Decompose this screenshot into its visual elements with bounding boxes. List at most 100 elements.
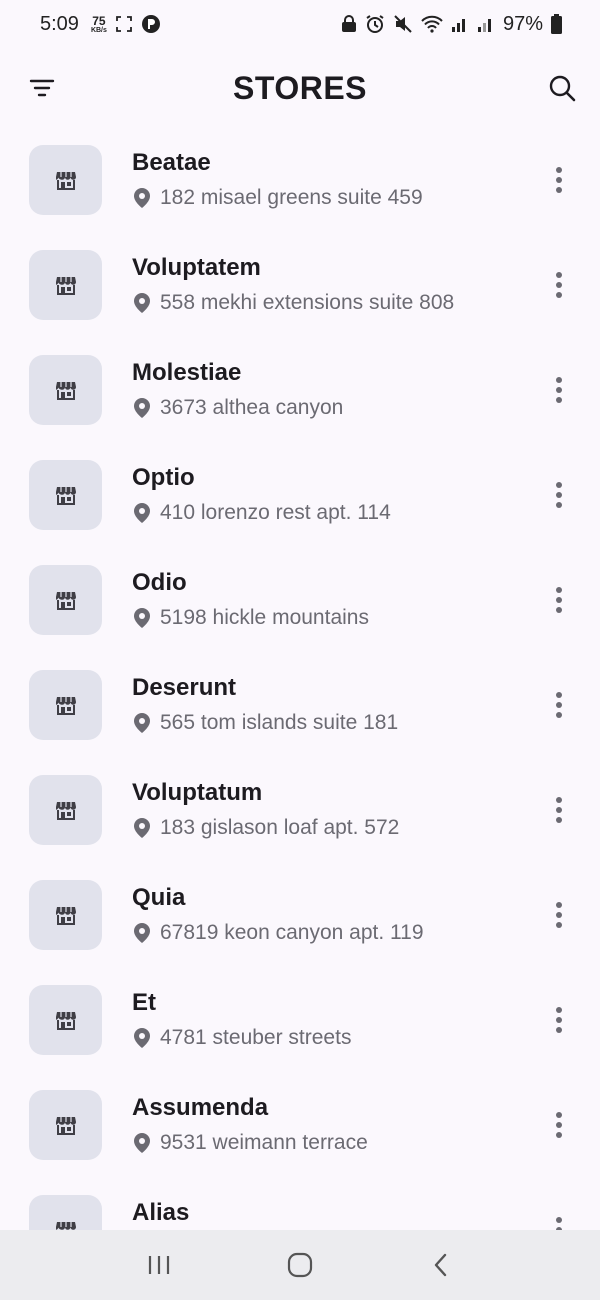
store-icon [55, 487, 76, 505]
more-options-button[interactable] [546, 1005, 572, 1035]
store-name: Assumenda [132, 1094, 269, 1121]
store-name: Et [132, 989, 156, 1016]
more-vert-icon-dot [556, 1007, 562, 1013]
back-button[interactable] [421, 1245, 461, 1285]
more-vert-icon-dot [556, 597, 562, 603]
store-avatar [29, 460, 102, 530]
store-address-row: 182 misael greens suite 459 [132, 186, 423, 210]
search-button[interactable] [544, 70, 580, 106]
store-name: Molestiae [132, 359, 242, 386]
mute-icon [393, 14, 413, 34]
store-address: 5198 hickle mountains [160, 606, 369, 629]
store-list-item[interactable]: Quia 67819 keon canyon apt. 119 [0, 863, 600, 968]
status-right: 97% [341, 13, 562, 36]
store-avatar [29, 775, 102, 845]
more-options-button[interactable] [546, 270, 572, 300]
search-icon [549, 75, 576, 102]
filter-button[interactable] [24, 70, 60, 106]
more-options-button[interactable] [546, 1110, 572, 1140]
store-address: 558 mekhi extensions suite 808 [160, 291, 455, 314]
more-options-button[interactable] [546, 900, 572, 930]
store-address: 410 lorenzo rest apt. 114 [160, 501, 391, 524]
store-list-item[interactable]: Molestiae 3673 althea canyon [0, 338, 600, 443]
store-address-row: 3673 althea canyon [132, 396, 343, 420]
store-list-item[interactable]: Voluptatem 558 mekhi extensions suite 80… [0, 233, 600, 338]
store-list-item[interactable]: Deserunt 565 tom islands suite 181 [0, 653, 600, 758]
store-address-row: 4781 steuber streets [132, 1026, 351, 1050]
store-avatar [29, 145, 102, 215]
recent-apps-icon [148, 1256, 169, 1274]
store-name: Voluptatum [132, 779, 263, 806]
location-pin-icon [134, 293, 150, 313]
more-options-button[interactable] [546, 375, 572, 405]
status-left: 5:09 75 KB/s [40, 13, 161, 36]
store-avatar [29, 1090, 102, 1160]
more-vert-icon-dot [556, 922, 562, 928]
store-list-item[interactable]: Odio 5198 hickle mountains [0, 548, 600, 653]
more-options-button[interactable] [546, 795, 572, 825]
more-vert-icon-dot [556, 187, 562, 193]
store-list-item[interactable]: Beatae 182 misael greens suite 459 [0, 128, 600, 233]
store-list-item[interactable]: Et 4781 steuber streets [0, 968, 600, 1073]
app-bar: STORES [0, 48, 600, 128]
more-vert-icon-dot [556, 797, 562, 803]
store-avatar [29, 250, 102, 320]
more-options-button[interactable] [546, 1215, 572, 1230]
location-pin-icon [134, 1028, 150, 1048]
more-options-button[interactable] [546, 480, 572, 510]
filter-icon [29, 79, 55, 97]
store-icon [55, 592, 76, 610]
store-icon [55, 1012, 76, 1030]
store-address-row: 558 mekhi extensions suite 808 [132, 291, 454, 315]
store-name: Deserunt [132, 674, 237, 701]
home-button[interactable] [280, 1245, 320, 1285]
battery-percent: 97% [502, 12, 543, 35]
location-pin-icon [134, 1133, 150, 1153]
alarm-icon [365, 14, 385, 34]
more-options-button[interactable] [546, 165, 572, 195]
more-options-button[interactable] [546, 690, 572, 720]
store-name: Odio [132, 569, 187, 596]
store-list-item[interactable]: Optio 410 lorenzo rest apt. 114 [0, 443, 600, 548]
more-vert-icon-dot [556, 502, 562, 508]
store-avatar [29, 670, 102, 740]
recent-apps-button[interactable] [139, 1245, 179, 1285]
store-icon [55, 907, 76, 925]
more-vert-icon-dot [556, 817, 562, 823]
store-avatar [29, 880, 102, 950]
more-vert-icon-dot [556, 607, 562, 613]
signal-icon-2 [477, 15, 495, 33]
store-name: Beatae [132, 149, 211, 176]
more-options-button[interactable] [546, 585, 572, 615]
more-vert-icon-dot [556, 272, 562, 278]
lock-icon [341, 15, 357, 33]
store-name: Voluptatem [132, 254, 261, 281]
battery-icon [551, 14, 562, 34]
more-vert-icon-dot [556, 1217, 562, 1223]
store-address-row: 410 lorenzo rest apt. 114 [132, 501, 391, 525]
store-list[interactable]: Beatae 182 misael greens suite 459 Volup… [0, 128, 600, 1230]
store-list-item[interactable]: Alias [0, 1178, 600, 1230]
data-speed-indicator: 75 KB/s [91, 15, 107, 34]
app-notification-icon [141, 14, 161, 34]
store-address-row: 67819 keon canyon apt. 119 [132, 921, 424, 945]
store-address: 3673 althea canyon [160, 396, 344, 419]
store-address-row: 565 tom islands suite 181 [132, 711, 398, 735]
store-address-row: 183 gislason loaf apt. 572 [132, 816, 399, 840]
location-pin-icon [134, 188, 150, 208]
store-icon [55, 1117, 76, 1135]
location-pin-icon [134, 398, 150, 418]
more-vert-icon-dot [556, 1027, 562, 1033]
store-address-row: 9531 weimann terrace [132, 1131, 368, 1155]
signal-icon-1 [451, 15, 469, 33]
store-list-item[interactable]: Voluptatum 183 gislason loaf apt. 572 [0, 758, 600, 863]
data-speed-value: 75 [92, 13, 106, 28]
system-nav-bar [0, 1230, 600, 1300]
more-vert-icon-dot [556, 167, 562, 173]
store-icon [55, 382, 76, 400]
store-list-item[interactable]: Assumenda 9531 weimann terrace [0, 1073, 600, 1178]
status-bar: 5:09 75 KB/s 97% [0, 0, 600, 48]
location-pin-icon [134, 923, 150, 943]
page-title: STORES [233, 69, 367, 106]
store-address: 4781 steuber streets [160, 1026, 352, 1049]
